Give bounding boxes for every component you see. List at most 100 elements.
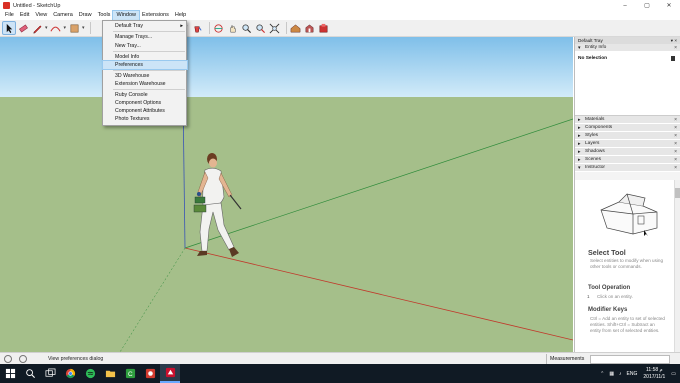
red-axis <box>184 247 573 341</box>
measurements-box: Measurements <box>546 354 671 364</box>
share-model-icon[interactable] <box>304 22 316 34</box>
minimize-button[interactable]: – <box>614 0 636 11</box>
task-view-icon[interactable] <box>40 364 60 383</box>
zoom-extents-icon[interactable] <box>269 22 281 34</box>
scene-canvas <box>119 96 573 352</box>
select-arrow-icon[interactable] <box>2 21 16 35</box>
action-center-icon[interactable]: ▭ <box>671 371 676 377</box>
menu-draw[interactable]: Draw <box>76 11 95 20</box>
title-bar: Untitled - SketchUp – ▢ ✕ <box>0 0 680 11</box>
instructor-operation-text: Click on an entity. <box>597 294 633 299</box>
paint-bucket-icon[interactable] <box>192 22 204 34</box>
close-button[interactable]: ✕ <box>658 0 680 11</box>
pan-icon[interactable] <box>227 22 239 34</box>
language-indicator[interactable]: ENG <box>627 371 638 377</box>
sketchup-window: Untitled - SketchUp – ▢ ✕ File Edit View… <box>0 0 680 383</box>
menu-file[interactable]: File <box>2 11 17 20</box>
instructor-tool-title: Select Tool <box>588 248 626 257</box>
windows-taskbar: C ⌃ ▦ ♪ ENG 11:58 م 2017/11/1 ▭ <box>0 364 680 383</box>
panel-components[interactable]: Components <box>575 124 680 132</box>
menu-item-preferences[interactable]: Preferences <box>102 60 188 70</box>
green-axis <box>184 118 573 249</box>
panel-layers[interactable]: Layers <box>575 140 680 148</box>
shape-dropdown-icon[interactable]: ▾ <box>82 25 85 31</box>
menu-view[interactable]: View <box>32 11 50 20</box>
lock-icon[interactable] <box>671 56 675 61</box>
instructor-description: Select entities to modify when using oth… <box>590 258 664 269</box>
clock-date: 2017/11/1 <box>643 373 666 380</box>
measurements-input[interactable] <box>590 354 671 364</box>
status-bar: View preferences dialog Measurements <box>0 352 680 364</box>
pencil-dropdown-icon[interactable]: ▾ <box>45 25 48 31</box>
zoom-window-icon[interactable] <box>255 22 267 34</box>
menu-item-extension-warehouse[interactable]: Extension Warehouse <box>103 80 187 88</box>
orbit-icon[interactable] <box>213 22 225 34</box>
scrollbar-thumb[interactable] <box>675 188 680 198</box>
3d-viewport[interactable] <box>0 37 573 352</box>
clock[interactable]: 11:58 م 2017/11/1 <box>643 367 665 380</box>
chrome-icon[interactable] <box>60 364 80 383</box>
panel-entity-info[interactable]: Entity Info <box>575 44 680 52</box>
svg-text:C: C <box>128 371 133 378</box>
menu-item-manage-trays[interactable]: Manage Trays... <box>103 33 187 41</box>
start-icon[interactable] <box>0 364 20 383</box>
menu-item-component-attributes[interactable]: Component Attributes <box>103 107 187 115</box>
entity-info-body: No Selection <box>575 52 680 116</box>
scale-figure <box>193 153 242 257</box>
menu-item-ruby-console[interactable]: Ruby Console <box>103 91 187 99</box>
geo-location-icon[interactable] <box>4 354 12 363</box>
menu-item-component-options[interactable]: Component Options <box>103 99 187 107</box>
menu-window[interactable]: Window <box>112 10 140 21</box>
eraser-icon[interactable] <box>17 22 29 34</box>
menu-item-default-tray[interactable]: Default Tray ► <box>103 22 187 30</box>
arc-icon[interactable] <box>50 22 62 34</box>
extension-icon[interactable] <box>318 22 330 34</box>
folder-icon[interactable] <box>100 364 120 383</box>
panel-scenes[interactable]: Scenes <box>575 156 680 164</box>
credits-icon[interactable] <box>19 354 27 363</box>
toolbar-separator <box>285 22 287 34</box>
menu-item-model-info[interactable]: Model Info <box>103 53 187 61</box>
menu-extensions[interactable]: Extensions <box>139 11 172 20</box>
instructor-step-number: 1 <box>587 294 590 299</box>
warehouse-icon[interactable] <box>290 22 302 34</box>
toolbar-separator <box>89 22 91 34</box>
menu-help[interactable]: Help <box>172 11 189 20</box>
camtasia-icon[interactable]: C <box>120 364 140 383</box>
menu-item-new-tray[interactable]: New Tray... <box>103 42 187 50</box>
system-tray: ⌃ ▦ ♪ ENG 11:58 م 2017/11/1 ▭ <box>600 364 676 383</box>
panel-instructor[interactable]: Instructor <box>575 164 680 172</box>
instructor-operation-heading: Tool Operation <box>588 285 631 291</box>
menu-separator <box>113 70 185 71</box>
tray-controls[interactable]: ▾ × <box>671 37 677 44</box>
menu-edit[interactable]: Edit <box>17 11 32 20</box>
panel-styles[interactable]: Styles <box>575 132 680 140</box>
volume-icon[interactable]: ♪ <box>619 371 622 377</box>
window-menu-dropdown: Default Tray ► Manage Trays... New Tray..… <box>102 20 188 126</box>
menu-bar: File Edit View Camera Draw Tools Window … <box>0 10 680 21</box>
spotify-icon[interactable] <box>80 364 100 383</box>
search-icon[interactable] <box>20 364 40 383</box>
instructor-scrollbar[interactable] <box>674 180 680 352</box>
recorder-icon[interactable] <box>140 364 160 383</box>
instructor-body: Select Tool Select entities to modify wh… <box>575 180 680 352</box>
menu-item-3d-warehouse[interactable]: 3D Warehouse <box>103 72 187 80</box>
entity-info-value: No Selection <box>578 56 608 61</box>
panel-shadows[interactable]: Shadows <box>575 148 680 156</box>
menu-camera[interactable]: Camera <box>50 11 76 20</box>
menu-tools[interactable]: Tools <box>95 11 114 20</box>
window-controls: – ▢ ✕ <box>614 0 680 11</box>
maximize-button[interactable]: ▢ <box>636 0 658 11</box>
arc-dropdown-icon[interactable]: ▾ <box>64 25 67 31</box>
notification-chevron-icon[interactable]: ⌃ <box>600 371 604 377</box>
pencil-icon[interactable] <box>31 22 43 34</box>
zoom-icon[interactable] <box>241 22 253 34</box>
shape-icon[interactable] <box>68 22 80 34</box>
sketchup-app-icon <box>3 2 10 9</box>
panel-materials[interactable]: Materials <box>575 116 680 124</box>
tray-title-bar: Default Tray ▾ × <box>575 37 680 44</box>
network-icon[interactable]: ▦ <box>609 371 614 377</box>
menu-separator <box>113 89 185 90</box>
menu-item-photo-textures[interactable]: Photo Textures <box>103 115 187 123</box>
sketchup-icon[interactable] <box>160 364 180 383</box>
